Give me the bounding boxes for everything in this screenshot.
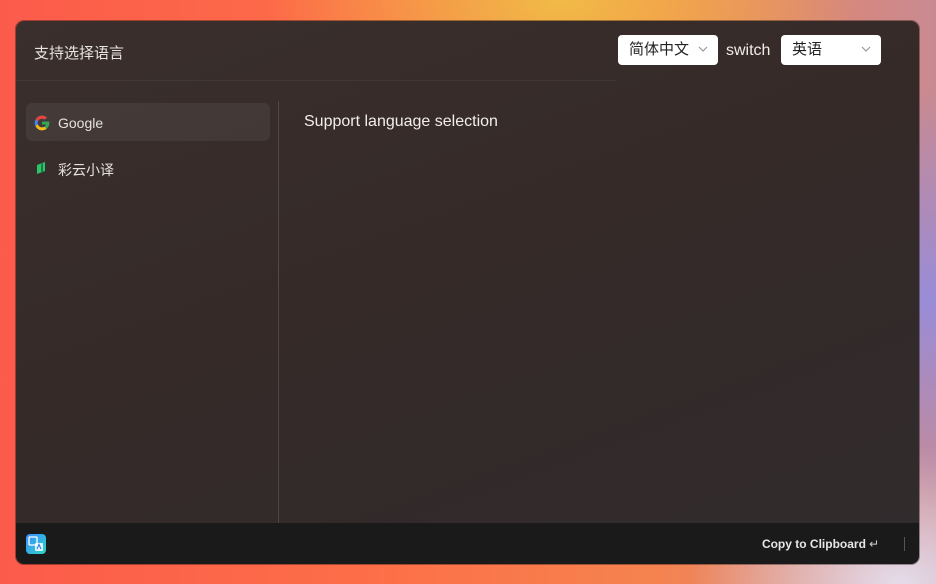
sidebar-item-caiyun[interactable]: 彩云小译	[26, 148, 270, 186]
chevron-down-icon	[698, 46, 708, 52]
swap-languages-button[interactable]: switch	[726, 42, 770, 60]
copy-label: Copy to Clipboard	[761, 537, 866, 551]
header: 支持选择语言 简体中文 switch 英语	[16, 21, 919, 81]
translation-result: Support language selection	[304, 113, 498, 130]
sidebar-item-label: 彩云小译	[58, 162, 114, 178]
translation-service-list: Google 彩云小译	[16, 101, 279, 523]
target-language-value: 英语	[792, 41, 823, 58]
footer-divider	[904, 537, 905, 551]
footer-bar: Copy to Clipboard ↵	[16, 523, 919, 564]
source-language-value: 简体中文	[629, 41, 690, 58]
caiyun-icon	[37, 162, 45, 174]
sidebar-item-label: Google	[58, 115, 104, 131]
copy-to-clipboard-button[interactable]: Copy to Clipboard ↵	[762, 537, 879, 551]
page-title: 支持选择语言	[34, 45, 125, 62]
enter-key-icon: ↵	[868, 537, 879, 551]
source-language-select[interactable]: 简体中文	[618, 35, 718, 65]
sidebar-item-google[interactable]: Google	[26, 103, 270, 141]
google-icon	[34, 115, 50, 131]
chevron-down-icon	[861, 46, 871, 52]
target-language-select[interactable]: 英语	[781, 35, 881, 65]
translate-app-icon[interactable]	[26, 534, 46, 554]
translator-window: 支持选择语言 简体中文 switch 英语 Google 彩云小译 Suppor…	[16, 21, 919, 564]
header-divider	[16, 80, 616, 81]
